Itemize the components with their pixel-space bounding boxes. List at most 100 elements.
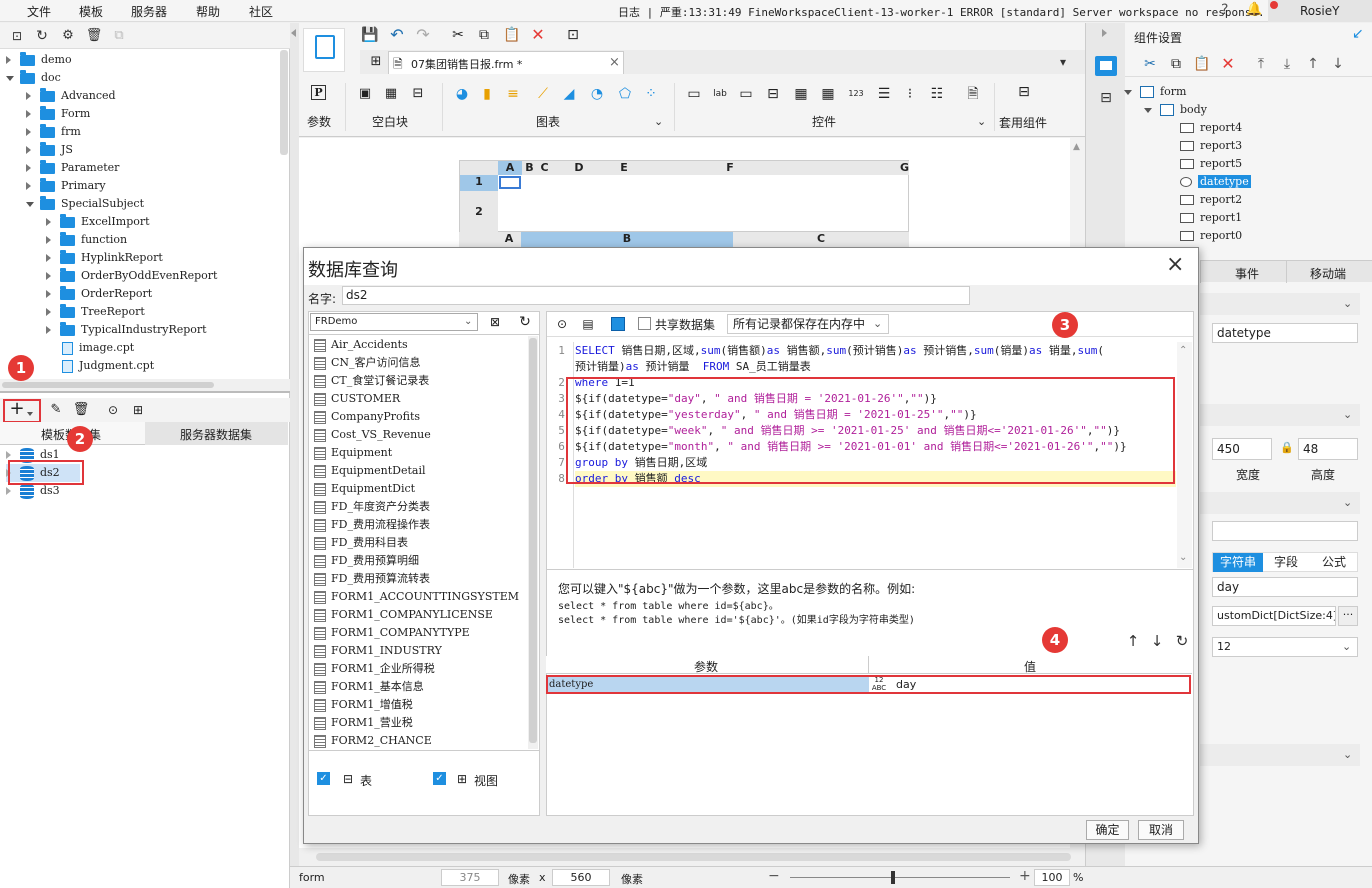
delete-icon[interactable]: 🗑 [85,27,103,45]
zoom-input[interactable]: 100 [1034,869,1070,886]
sheet2-col-c[interactable]: C [733,232,909,248]
collapsed-arrow-icon[interactable] [46,321,60,339]
file-tree-item[interactable]: function [46,231,127,249]
preview2-icon[interactable]: ⊡ [564,26,582,44]
file-tree-item[interactable]: JS [26,141,73,159]
collapsed-arrow-icon[interactable] [46,303,60,321]
db-table-item[interactable]: FORM1_ACCOUNTTINGSYSTEM [312,588,519,606]
collapsed-arrow-icon[interactable] [6,51,20,69]
file-tree-item[interactable]: Judgment.cpt [46,357,154,375]
lock-icon[interactable]: 🔒 [1280,441,1294,454]
tree-scrollbar[interactable] [280,50,288,155]
param-move-up-icon[interactable]: ↑ [1124,632,1142,650]
file-tree-item[interactable]: ExcelImport [46,213,150,231]
db-table-item[interactable]: FORM2_CHANCE [312,732,432,750]
db-table-item[interactable]: Equipment [312,444,392,462]
area-chart-icon[interactable]: ◢ [560,85,578,103]
textbox-widget-icon[interactable]: ▭ [685,85,703,103]
redo-icon[interactable]: ↷ [414,26,432,44]
label-widget-icon[interactable]: lab [711,85,729,103]
textarea-widget-icon[interactable]: ☰ [875,85,893,103]
db-table-item[interactable]: FD_费用科目表 [312,534,408,552]
component-tree-item[interactable]: report0 [1180,227,1242,245]
panel-splitter[interactable] [0,391,290,393]
connection-dropdown-icon[interactable]: ⌄ [464,316,472,327]
zoom-slider-track[interactable] [790,877,1010,878]
edit-icon[interactable]: ✎ [47,401,65,419]
zoom-in-icon[interactable]: + [1019,868,1031,884]
db-table-item[interactable]: FORM1_COMPANYTYPE [312,624,470,642]
db-table-item[interactable]: FORM1_增值税 [312,696,413,714]
expanded-arrow-icon[interactable] [1144,101,1152,119]
collapsed-arrow-icon[interactable] [46,249,60,267]
zoom-slider-thumb[interactable] [891,871,895,884]
preview-icon[interactable]: ⊙ [104,401,122,419]
ok-button[interactable]: 确定 [1086,820,1129,840]
table-widget-icon[interactable]: ▦ [819,85,837,103]
widget-expand-icon[interactable]: ⌄ [977,115,986,128]
row-header-1[interactable]: 1 [460,175,498,191]
db-table-item[interactable]: Air_Accidents [312,336,408,354]
collapsed-arrow-icon[interactable] [46,267,60,285]
move-up-icon[interactable]: ↑ [1304,55,1322,73]
bar-chart-icon[interactable]: ▮ [478,85,496,103]
menu-template[interactable]: 模板 [79,3,103,20]
checkbox-widget-icon[interactable]: ☷ [928,85,946,103]
selected-cell[interactable] [499,176,521,189]
cut-icon[interactable]: ✂ [449,26,467,44]
clear-icon[interactable]: ✕ [529,26,547,44]
label-input[interactable] [1212,521,1358,541]
font-size-dropdown-icon[interactable]: ⌄ [1342,640,1351,653]
collapsed-arrow-icon[interactable] [26,177,40,195]
tab-mobile[interactable]: 移动端 [1310,265,1346,282]
db-table-item[interactable]: FD_费用预算流转表 [312,570,430,588]
component-tree-item[interactable]: body [1144,101,1207,119]
collapsed-arrow-icon[interactable] [26,105,40,123]
col-header-e[interactable]: E [606,161,642,175]
block-icon-2[interactable]: ▦ [382,85,400,103]
db-table-item[interactable]: CUSTOMER [312,390,400,408]
menu-community[interactable]: 社区 [249,3,273,20]
collapsed-arrow-icon[interactable] [46,213,60,231]
sql-save-icon[interactable]: ▤ [579,315,597,333]
width-spinner[interactable]: 450 [1212,438,1272,460]
menu-file[interactable]: 文件 [27,3,51,20]
cancel-button[interactable]: 取消 [1138,820,1184,840]
gauge-chart-icon[interactable]: ◔ [588,85,606,103]
grid-icon[interactable]: ⊞ [367,53,385,71]
paste-icon[interactable]: 📋 [503,26,521,44]
editor-tab[interactable]: 🗎 07集团销售日报.frm * × [388,51,624,74]
component-delete-icon[interactable]: ✕ [1219,55,1237,73]
save-icon[interactable]: 💾 [361,26,379,44]
sheet2-col-a[interactable]: A [497,232,521,248]
file-tree-item[interactable]: OrderByOddEvenReport [46,267,217,285]
section-collapse-icon-3[interactable]: ⌄ [1343,496,1352,509]
canvas-hscroll-thumb[interactable] [316,853,1071,861]
db-table-item[interactable]: Cost_VS_Revenue [312,426,431,444]
sql-line[interactable]: 预计销量)as 预计销量 FROM SA_员工销量表 [548,359,1176,375]
pin-icon[interactable]: ↙ [1352,26,1364,42]
memory-option-select[interactable]: 所有记录都保存在内存中 [727,314,889,334]
block-icon-1[interactable]: ▣ [356,85,374,103]
radio-widget-icon[interactable]: ⁝ [901,85,919,103]
tab-event[interactable]: 事件 [1235,265,1259,282]
connection-edit-icon[interactable]: ⊠ [486,313,504,331]
number-widget-icon[interactable]: 123 [847,85,865,103]
param-icon[interactable]: P [311,85,326,100]
table-filter-checkbox[interactable]: ✓ [317,772,330,785]
db-table-item[interactable]: FORM1_企业所得税 [312,660,435,678]
undo-icon[interactable]: ↶ [388,26,406,44]
collapsed-arrow-icon[interactable] [26,141,40,159]
col-header-d[interactable]: D [552,161,606,175]
db-table-item[interactable]: FORM1_基本信息 [312,678,424,696]
dict-input[interactable]: ustomDict[DictSize:4] [1212,606,1336,626]
collapsed-arrow-icon[interactable] [46,231,60,249]
db-table-item[interactable]: CN_客户访问信息 [312,354,421,372]
line-chart-icon[interactable]: ⟋ [534,85,552,103]
height-spinner[interactable]: 48 [1298,438,1358,460]
collapsed-arrow-icon[interactable] [26,123,40,141]
dict-edit-button[interactable]: ··· [1338,606,1358,626]
table-list-scroll-thumb[interactable] [529,338,537,743]
copy-icon[interactable]: ⧉ [110,27,128,45]
tab-close-icon[interactable]: × [609,55,620,70]
